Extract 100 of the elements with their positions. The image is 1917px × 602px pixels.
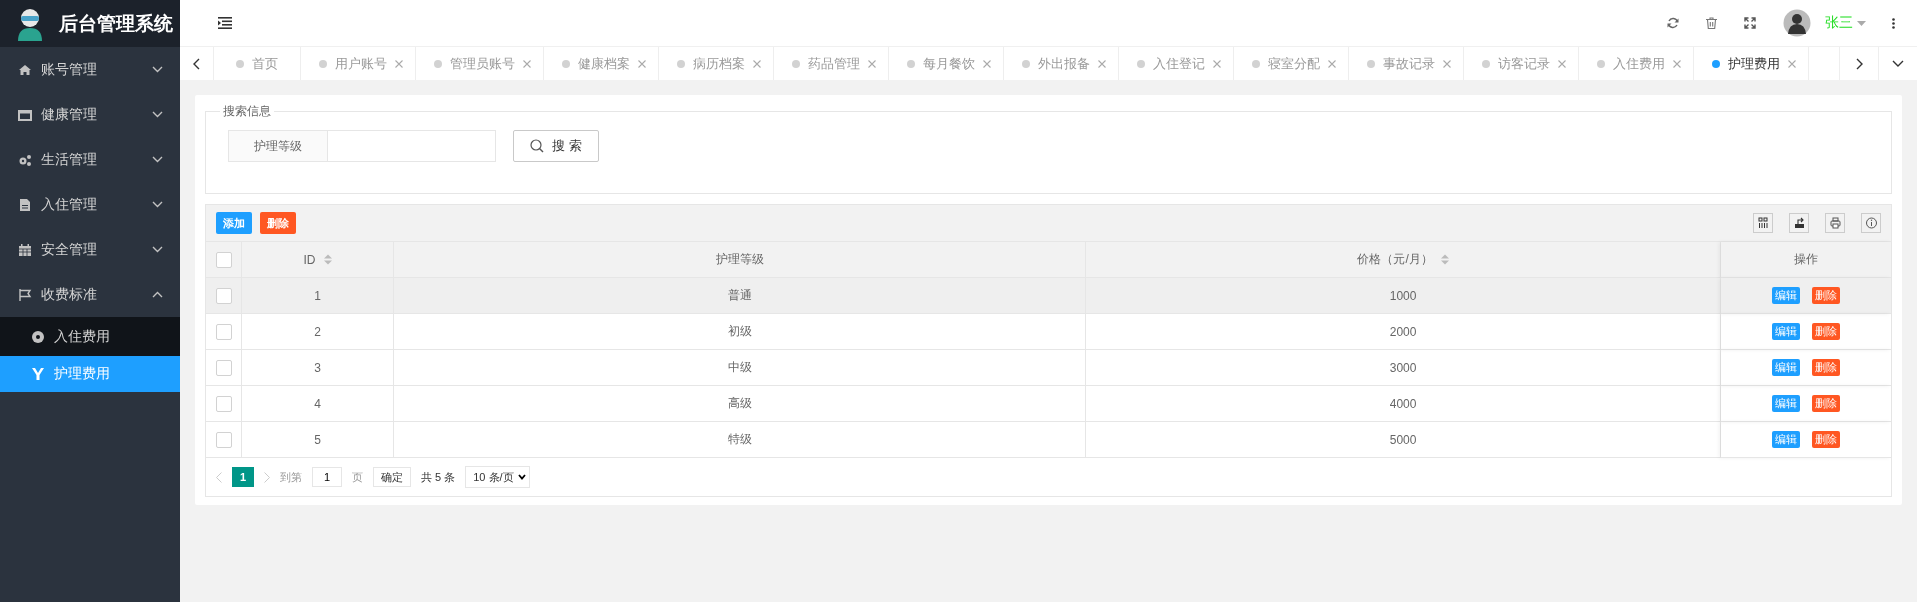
dot-icon — [1712, 59, 1720, 68]
page-input[interactable]: 1 — [312, 467, 342, 487]
row-checkbox[interactable] — [215, 323, 232, 340]
row-checkbox[interactable] — [215, 287, 232, 304]
dot-icon — [677, 59, 685, 68]
delete-button[interactable]: 删除 — [1812, 287, 1840, 304]
coin-icon — [31, 329, 45, 344]
page-size-select[interactable]: 10 条/页 — [465, 466, 530, 488]
info-icon — [1865, 217, 1877, 229]
dot-icon — [1367, 59, 1375, 68]
sidebar-item[interactable]: 入住管理 — [0, 182, 180, 227]
sort-icon[interactable] — [1440, 254, 1449, 265]
close-icon[interactable] — [1558, 59, 1566, 68]
table-cell: 4 — [242, 386, 394, 422]
close-icon[interactable] — [983, 59, 991, 68]
search-field[interactable]: 护理等级 — [228, 130, 496, 162]
caret-down-icon — [1857, 20, 1866, 26]
sidebar-item[interactable]: 生活管理 — [0, 137, 180, 182]
page-tab[interactable]: 管理员账号 — [416, 47, 544, 80]
delete-button[interactable]: 删除 — [1812, 323, 1840, 340]
close-icon[interactable] — [1788, 59, 1796, 68]
refresh-icon[interactable] — [1667, 17, 1679, 29]
delete-button[interactable]: 删除 — [1812, 359, 1840, 376]
table-cell: 4000 — [1086, 386, 1721, 422]
chevron-right-icon[interactable] — [264, 471, 270, 483]
goto-label: 到第 — [280, 469, 302, 485]
row-checkbox[interactable] — [215, 431, 232, 448]
dot-icon — [236, 59, 244, 68]
add-button[interactable]: 添加 — [216, 212, 252, 234]
more-vertical-icon[interactable] — [1892, 17, 1895, 29]
avatar-icon[interactable] — [1783, 9, 1811, 37]
table-cell: 特级 — [394, 422, 1087, 458]
chevron-up-icon — [151, 289, 164, 300]
page-tab[interactable]: 健康档案 — [544, 47, 659, 80]
chevron-left-icon[interactable] — [216, 471, 222, 483]
edit-button[interactable]: 编辑 — [1772, 323, 1800, 340]
page-tab[interactable]: 首页 — [214, 47, 301, 80]
sort-icon[interactable] — [323, 254, 332, 265]
flag-icon — [18, 287, 32, 302]
dot-icon — [792, 59, 800, 68]
select-all-checkbox[interactable] — [215, 251, 232, 268]
edit-button[interactable]: 编辑 — [1772, 395, 1800, 412]
close-icon[interactable] — [1443, 59, 1451, 68]
confirm-button[interactable]: 确定 — [373, 467, 411, 487]
close-icon[interactable] — [1213, 59, 1221, 68]
toolbar-export-button[interactable] — [1789, 213, 1809, 233]
row-checkbox[interactable] — [215, 359, 232, 376]
page-tab[interactable]: 入住费用 — [1579, 47, 1694, 80]
table-cell: 2000 — [1086, 314, 1721, 350]
page-tab[interactable]: 每月餐饮 — [889, 47, 1004, 80]
edit-button[interactable]: 编辑 — [1772, 359, 1800, 376]
close-icon[interactable] — [1098, 59, 1106, 68]
page-tab[interactable]: 病历档案 — [659, 47, 774, 80]
sidebar-item[interactable]: 账号管理 — [0, 47, 180, 92]
sidebar-item[interactable]: 收费标准 — [0, 272, 180, 317]
page-tab[interactable]: 事故记录 — [1349, 47, 1464, 80]
delete-button[interactable]: 删除 — [260, 212, 296, 234]
table-cell: 3000 — [1086, 350, 1721, 386]
chevron-down-icon — [151, 244, 164, 255]
toolbar-print-button[interactable] — [1825, 213, 1845, 233]
trash-icon[interactable] — [1706, 17, 1717, 29]
edit-button[interactable]: 编辑 — [1772, 287, 1800, 304]
user-menu[interactable]: 张三 — [1825, 14, 1866, 32]
page-tab[interactable]: 寝室分配 — [1234, 47, 1349, 80]
search-button[interactable]: 搜 索 — [513, 130, 599, 162]
table-cell: 1 — [242, 278, 394, 314]
column-header: 操作 — [1794, 251, 1818, 268]
page-tab[interactable]: 护理费用 — [1694, 47, 1809, 80]
menu-fold-icon[interactable] — [218, 17, 232, 29]
page-tab[interactable]: 药品管理 — [774, 47, 889, 80]
fullscreen-icon[interactable] — [1744, 17, 1756, 29]
table-cell: 1000 — [1086, 278, 1721, 314]
dot-icon — [1597, 59, 1605, 68]
page-tab[interactable]: 入住登记 — [1119, 47, 1234, 80]
chevron-left-icon — [193, 57, 200, 70]
page-number[interactable]: 1 — [232, 467, 254, 487]
page-tab[interactable]: 外出报备 — [1004, 47, 1119, 80]
page-tab[interactable]: 用户账号 — [301, 47, 416, 80]
close-icon[interactable] — [1328, 59, 1336, 68]
delete-button[interactable]: 删除 — [1812, 431, 1840, 448]
sidebar-item[interactable]: 安全管理 — [0, 227, 180, 272]
sidebar-subitem[interactable]: 入住费用 — [0, 317, 180, 356]
close-icon[interactable] — [395, 59, 403, 68]
calendar-icon — [18, 242, 32, 257]
close-icon[interactable] — [523, 59, 531, 68]
close-icon[interactable] — [753, 59, 761, 68]
row-checkbox[interactable] — [215, 395, 232, 412]
avatar-figure-icon — [15, 6, 45, 41]
sidebar-subitem[interactable]: 护理费用 — [0, 356, 180, 392]
edit-button[interactable]: 编辑 — [1772, 431, 1800, 448]
page-tab[interactable]: 访客记录 — [1464, 47, 1579, 80]
toolbar-columns-button[interactable] — [1753, 213, 1773, 233]
toolbar-info-button[interactable] — [1861, 213, 1881, 233]
sidebar-item[interactable]: 健康管理 — [0, 92, 180, 137]
close-icon[interactable] — [868, 59, 876, 68]
dot-icon — [1137, 59, 1145, 68]
close-icon[interactable] — [1673, 59, 1681, 68]
delete-button[interactable]: 删除 — [1812, 395, 1840, 412]
close-icon[interactable] — [638, 59, 646, 68]
chevron-down-icon — [151, 109, 164, 120]
